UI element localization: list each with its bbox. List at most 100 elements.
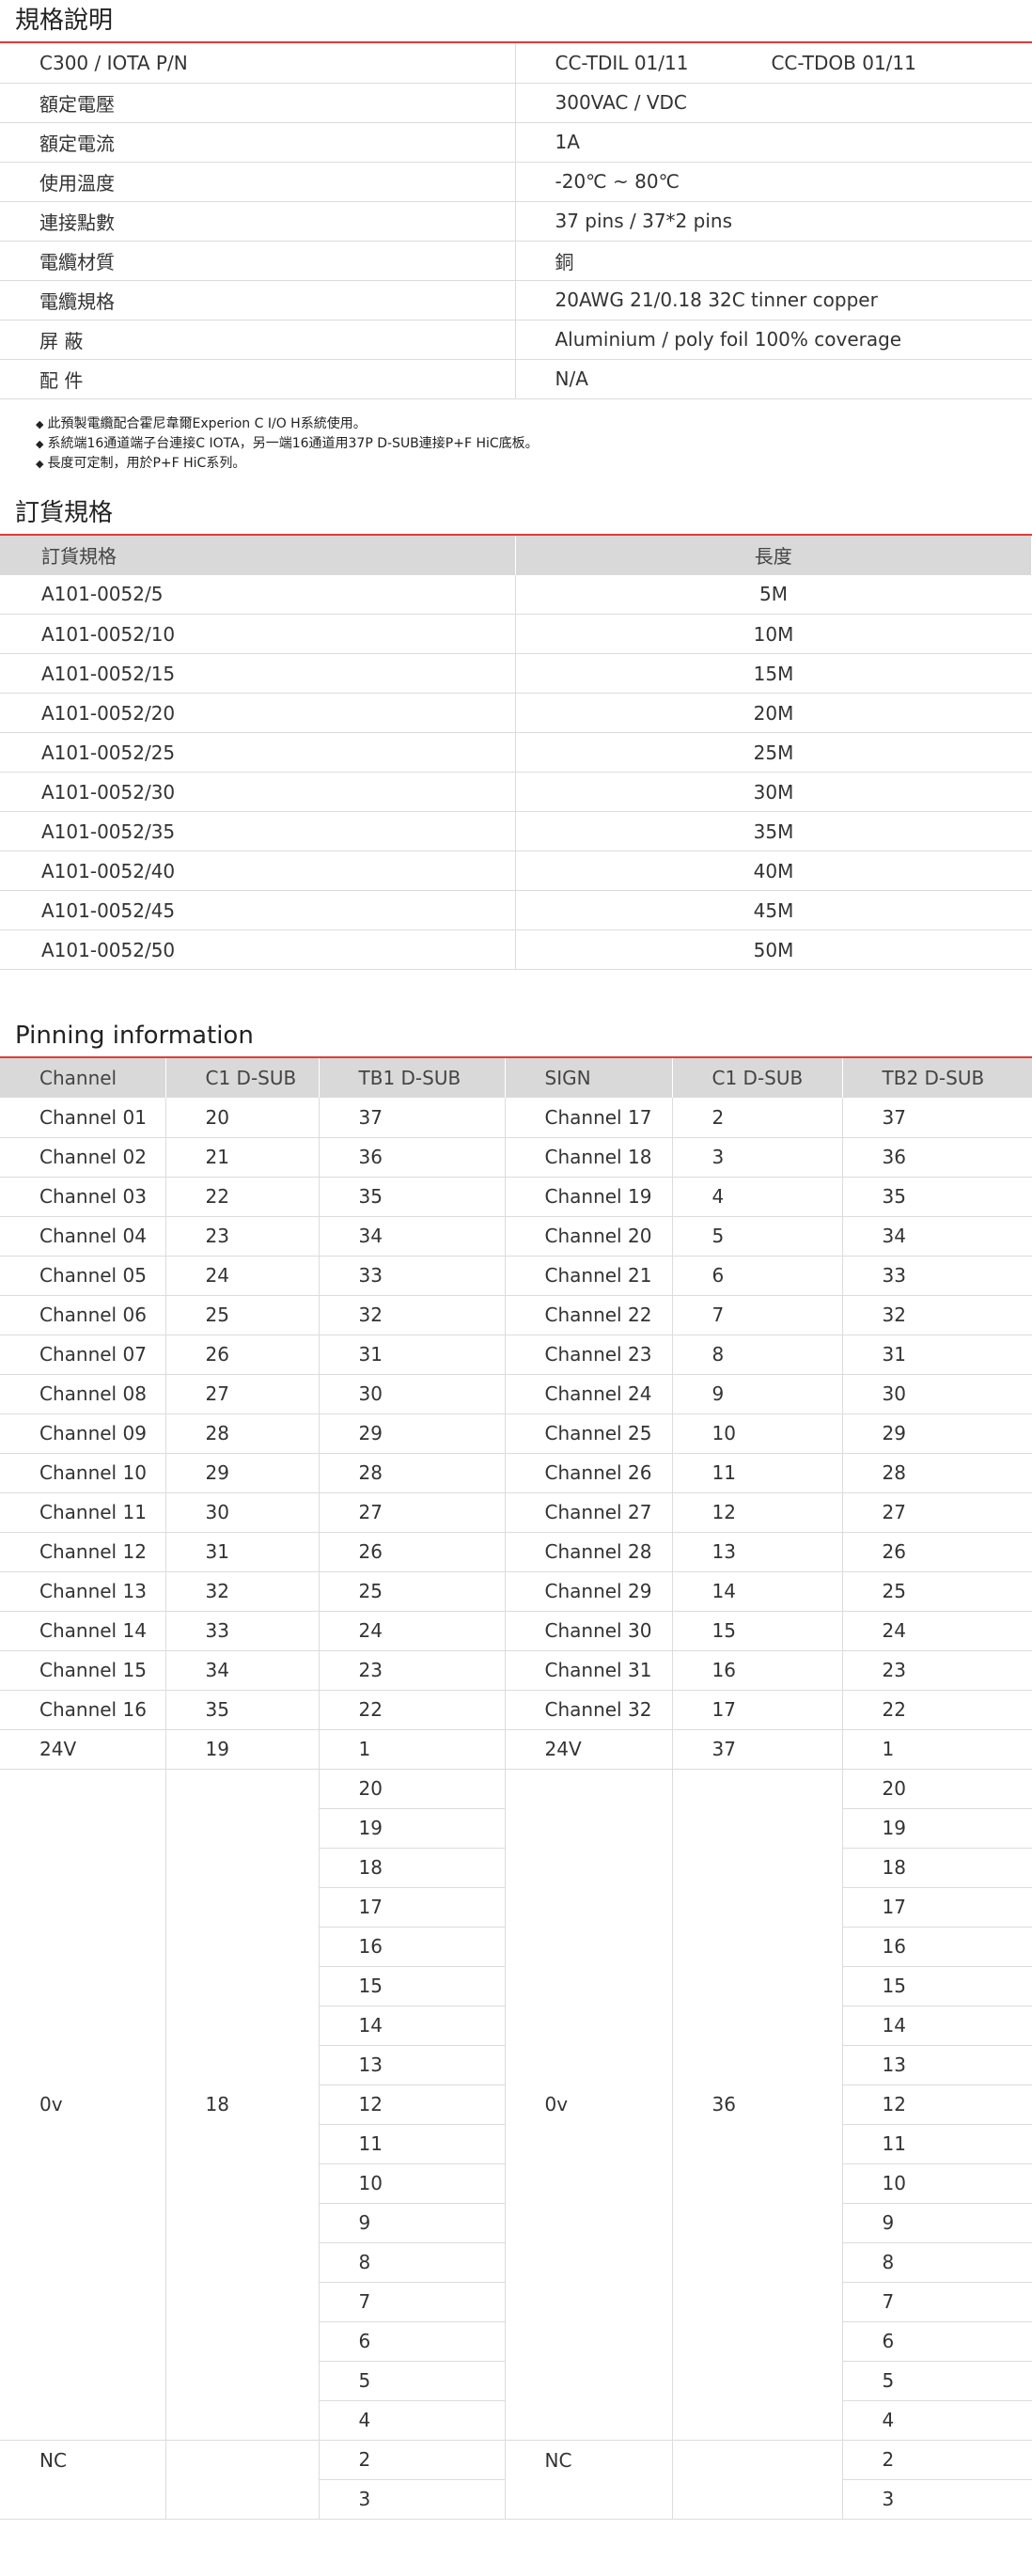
pinning-cell: 8 <box>672 1335 843 1375</box>
spec-value: N/A <box>515 359 1032 399</box>
pinning-cell: Channel 09 <box>0 1413 166 1454</box>
order-length: 20M <box>515 693 1032 733</box>
pinning-cell: Channel 21 <box>505 1256 673 1296</box>
ov_group-tb2: 11 <box>842 2124 1032 2164</box>
ov_group-tb1: 5 <box>319 2361 506 2401</box>
nc_group-tb2: 2 <box>842 2440 1032 2480</box>
pinning-cell: 31 <box>165 1532 320 1572</box>
spec-label: 配 件 <box>0 359 516 399</box>
order-length: 30M <box>515 772 1032 812</box>
pinning-cell: Channel 24 <box>505 1374 673 1414</box>
pinning-cell: 36 <box>842 1137 1032 1178</box>
pinning-row: Channel 04 23 34 Channel 20 5 34 <box>0 1216 1032 1257</box>
order-table: 訂貨規格 長度 A101-0052/5 5M A101-0052/10 10M A101… <box>0 535 1032 970</box>
pinning-cell: 6 <box>672 1256 843 1296</box>
pinning-cell: Channel 06 <box>0 1295 166 1335</box>
pinning-cell: Channel 30 <box>505 1611 673 1651</box>
pinning-header-cell: Channel <box>0 1058 166 1098</box>
order-code: A101-0052/25 <box>0 732 516 773</box>
pinning-cell: 27 <box>319 1492 506 1533</box>
spec-value: 37 pins / 37*2 pins <box>515 201 1032 242</box>
spec-row: 使用溫度 -20℃ ~ 80℃ <box>0 162 1032 202</box>
order-code: A101-0052/40 <box>0 851 516 891</box>
pinning-cell: 22 <box>842 1690 1032 1730</box>
pinning-cell: Channel 22 <box>505 1295 673 1335</box>
ov_group-tb2: 20 <box>842 1769 1032 1809</box>
pinning-row: Channel 13 32 25 Channel 29 14 25 <box>0 1571 1032 1612</box>
spec-value-text: 1A <box>555 131 580 153</box>
pinning-cell: 22 <box>165 1177 320 1217</box>
pinning-cell: 25 <box>319 1571 506 1612</box>
pinning-cell: 1 <box>842 1729 1032 1770</box>
pinning-row: Channel 02 21 36 Channel 18 3 36 <box>0 1137 1032 1178</box>
pinning-cell: Channel 04 <box>0 1216 166 1257</box>
order-length: 35M <box>515 811 1032 851</box>
pinning-cell: 9 <box>672 1374 843 1414</box>
spec-section: 規格說明 C300 / IOTA P/N CC-TDIL 01/11 CC-TDOB… <box>0 0 1032 492</box>
ov_group-tb1: 18 <box>319 1848 506 1888</box>
pinning-cell: 29 <box>842 1413 1032 1454</box>
spec-row: 電纜規格 20AWG 21/0.18 32C tinner copper <box>0 280 1032 320</box>
order-code: A101-0052/30 <box>0 772 516 812</box>
pinning-cell: Channel 18 <box>505 1137 673 1178</box>
ov_group-tb1: 11 <box>319 2124 506 2164</box>
pinning-cell: 24 <box>842 1611 1032 1651</box>
pinning-cell: 34 <box>165 1650 320 1691</box>
order-row: A101-0052/15 15M <box>0 653 1032 694</box>
nc_group-label-2: NC <box>505 2440 673 2520</box>
pinning-row: Channel 16 35 22 Channel 32 17 22 <box>0 1690 1032 1730</box>
pinning-cell: 27 <box>165 1374 320 1414</box>
pinning-cell: 7 <box>672 1295 843 1335</box>
pinning-cell: 2 <box>672 1098 843 1138</box>
ov_group-tb2: 14 <box>842 2006 1032 2046</box>
pinning-cell: Channel 10 <box>0 1453 166 1493</box>
pinning-cell: 33 <box>165 1611 320 1651</box>
pinning-cell: 24 <box>319 1611 506 1651</box>
ov_group-label-2: 0v <box>505 1769 673 2441</box>
ov_group-tb1: 10 <box>319 2163 506 2204</box>
spec-label: C300 / IOTA P/N <box>0 43 516 84</box>
pinning-row: Channel 11 30 27 Channel 27 12 27 <box>0 1492 1032 1533</box>
order-code: A101-0052/10 <box>0 614 516 654</box>
pinning-row: Channel 03 22 35 Channel 19 4 35 <box>0 1177 1032 1217</box>
nc_group-row: NC 2 NC 2 <box>0 2440 1032 2520</box>
pinning-cell: Channel 20 <box>505 1216 673 1257</box>
ov_group-tb2: 16 <box>842 1927 1032 1967</box>
spec-note: 系統端16通道端子台連接C IOTA，另一端16通道用37P D-SUB連接P+… <box>36 434 1032 454</box>
ov_group-tb2: 7 <box>842 2282 1032 2322</box>
pinning-cell: 28 <box>165 1413 320 1454</box>
pinning-cell: 24 <box>165 1256 320 1296</box>
spec-row: 配 件 N/A <box>0 359 1032 399</box>
pinning-cell: 12 <box>672 1492 843 1533</box>
spec-table: C300 / IOTA P/N CC-TDIL 01/11 CC-TDOB 01/1… <box>0 43 1032 399</box>
nc_group-tb1: 2 <box>319 2440 506 2480</box>
pinning-cell: 24V <box>505 1729 673 1770</box>
pinning-cell: 32 <box>842 1295 1032 1335</box>
ov_group-tb1: 19 <box>319 1808 506 1849</box>
order-length: 45M <box>515 890 1032 930</box>
pinning-cell: Channel 15 <box>0 1650 166 1691</box>
pinning-cell: 19 <box>165 1729 320 1770</box>
pinning-cell: 28 <box>842 1453 1032 1493</box>
ov_group-tb2: 5 <box>842 2361 1032 2401</box>
ov_group-tb1: 16 <box>319 1927 506 1967</box>
spec-value-text: 37 pins / 37*2 pins <box>555 210 733 232</box>
order-length: 5M <box>515 574 1032 615</box>
ov_group-tb2: 15 <box>842 1966 1032 2006</box>
spec-value-text: Aluminium / poly foil 100% coverage <box>555 328 902 351</box>
ov_group-tb2: 17 <box>842 1887 1032 1928</box>
pinning-row: Channel 10 29 28 Channel 26 11 28 <box>0 1453 1032 1493</box>
pinning-cell: 23 <box>165 1216 320 1257</box>
pinning-cell: Channel 02 <box>0 1137 166 1178</box>
order-code: A101-0052/50 <box>0 929 516 970</box>
pinning-row: Channel 12 31 26 Channel 28 13 26 <box>0 1532 1032 1572</box>
pinning-header-cell: C1 D-SUB <box>165 1058 320 1098</box>
pinning-cell: Channel 12 <box>0 1532 166 1572</box>
order-row: A101-0052/25 25M <box>0 732 1032 773</box>
order-length: 15M <box>515 653 1032 694</box>
spec-row: 額定電流 1A <box>0 122 1032 163</box>
pinning-cell: Channel 07 <box>0 1335 166 1375</box>
ov_group-tb1: 17 <box>319 1887 506 1928</box>
pinning-cell: Channel 14 <box>0 1611 166 1651</box>
ov_group-tb2: 12 <box>842 2084 1032 2125</box>
